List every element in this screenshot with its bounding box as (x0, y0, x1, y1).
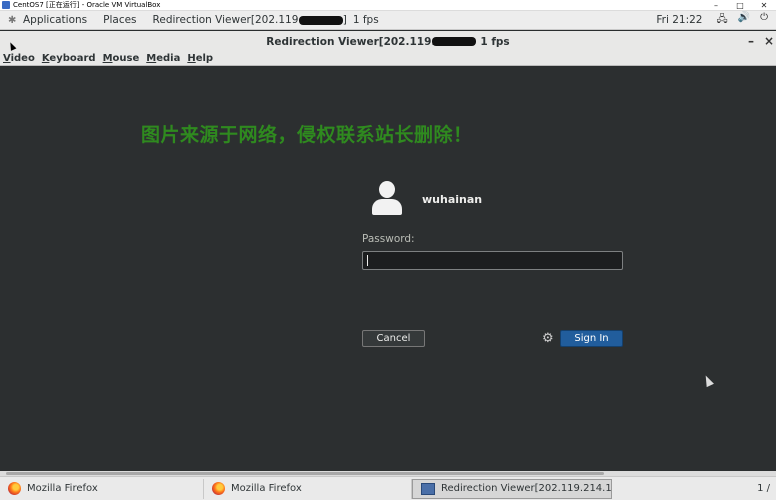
taskbar-item-label: Redirection Viewer[202.119.214.15... (441, 483, 612, 494)
taskbar-item-firefox-2[interactable]: Mozilla Firefox (204, 478, 412, 499)
host-window-title: CentOS7 [正在运行] - Oracle VM VirtualBox (13, 1, 161, 9)
password-label: Password: (362, 233, 415, 245)
scrollbar-thumb[interactable] (6, 472, 604, 475)
watermark-text: 图片来源于网络，侵权联系站长删除！ (141, 124, 473, 146)
network-icon: 🖧 (716, 13, 728, 25)
viewer-menu-bar: Video Keyboard Mouse Media Help (0, 52, 776, 66)
host-close-button[interactable]: ✕ (752, 0, 776, 11)
power-icon: ⏻ (760, 11, 768, 23)
redirection-viewer-icon (421, 482, 435, 495)
active-window-title-suffix: ] (342, 14, 347, 26)
menu-video[interactable]: Video (0, 53, 38, 64)
gnome-top-bar: ✱ Applications Places Redirection Viewer… (0, 11, 776, 30)
system-tray[interactable]: 🖧 🔊 ⏻ (716, 12, 776, 29)
menu-keyboard[interactable]: Keyboard (39, 53, 99, 64)
viewer-window-title: Redirection Viewer[202.119. (266, 35, 436, 48)
viewer-fps: 1 fps (480, 35, 510, 48)
user-avatar-icon (370, 181, 404, 217)
redaction-mask (298, 15, 343, 25)
remote-login-screen[interactable]: 图片来源于网络，侵权联系站长删除！ wuhainan Password: Can… (0, 67, 776, 471)
mouse-pointer-icon (7, 41, 17, 51)
firefox-icon (212, 482, 225, 495)
active-window-menu[interactable]: Redirection Viewer[202.119.] 1 fps (145, 14, 387, 26)
applications-icon: ✱ (8, 14, 17, 26)
remote-mouse-pointer-icon (702, 373, 714, 388)
taskbar-item-label: Mozilla Firefox (231, 483, 302, 494)
taskbar-item-firefox-1[interactable]: Mozilla Firefox (0, 478, 204, 499)
redaction-mask (432, 37, 477, 46)
taskbar-item-label: Mozilla Firefox (27, 483, 98, 494)
gear-icon[interactable]: ⚙ (542, 330, 554, 347)
window-list-taskbar: Mozilla Firefox Mozilla Firefox Redirect… (0, 476, 776, 500)
active-window-fps: 1 fps (352, 14, 379, 26)
applications-label: Applications (23, 14, 88, 26)
sign-in-button[interactable]: Sign In (560, 330, 623, 347)
viewer-titlebar[interactable]: Redirection Viewer[202.119. 1 fps – × (0, 31, 776, 52)
applications-menu[interactable]: ✱ Applications (0, 14, 95, 26)
menu-media[interactable]: Media (143, 53, 183, 64)
viewer-close-button[interactable]: × (764, 34, 774, 48)
cancel-button[interactable]: Cancel (362, 330, 425, 347)
taskbar-item-redirection-viewer[interactable]: Redirection Viewer[202.119.214.15... (412, 478, 612, 499)
clock[interactable]: Fri 21:22 (648, 14, 716, 26)
places-menu[interactable]: Places (95, 14, 144, 26)
user-row: wuhainan (370, 181, 482, 217)
host-titlebar: CentOS7 [正在运行] - Oracle VM VirtualBox – … (0, 0, 776, 11)
active-window-title: Redirection Viewer[202.119. (152, 14, 302, 26)
viewer-minimize-button[interactable]: – (748, 34, 754, 48)
volume-icon: 🔊 (737, 11, 751, 23)
places-label: Places (103, 14, 137, 26)
password-input[interactable] (362, 251, 623, 270)
host-minimize-button[interactable]: – (704, 0, 728, 11)
firefox-icon (8, 482, 21, 495)
workspace-pager[interactable]: 1 / (757, 483, 776, 494)
text-caret (367, 255, 368, 266)
host-maximize-button[interactable]: □ (728, 0, 752, 11)
menu-mouse[interactable]: Mouse (100, 53, 143, 64)
virtualbox-icon (2, 1, 10, 9)
menu-help[interactable]: Help (184, 53, 216, 64)
username-label: wuhainan (422, 192, 483, 206)
